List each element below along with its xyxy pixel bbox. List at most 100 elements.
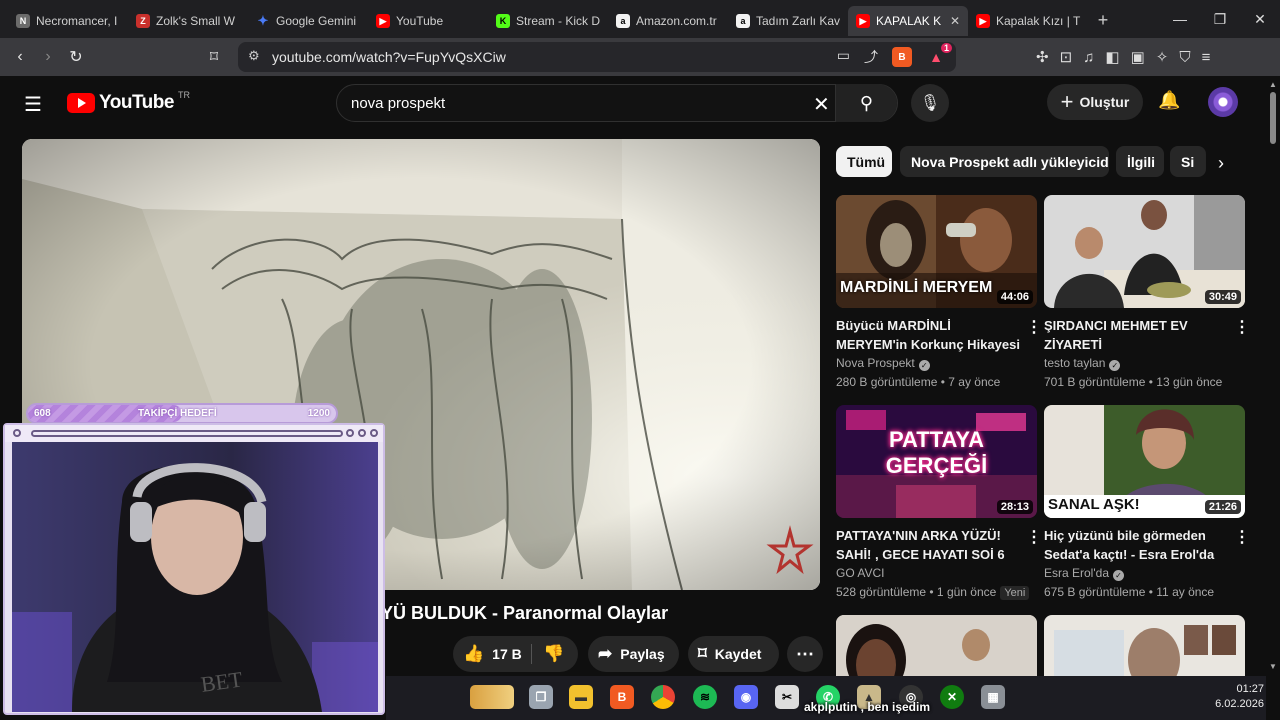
close-window-icon[interactable]: ✕: [1240, 0, 1280, 38]
video-duration: 44:06: [996, 290, 1033, 304]
channel-name[interactable]: testo taylan ✓: [1044, 356, 1121, 371]
address-bar[interactable]: ⚙ youtube.com/watch?v=FupYvQsXCiw ▭ ⤴ B …: [238, 42, 956, 72]
site-info-icon[interactable]: ⚙: [248, 48, 260, 64]
close-tab-icon[interactable]: ✕: [950, 14, 960, 28]
vpn-icon[interactable]: ⛉: [1179, 49, 1190, 66]
tab-gemini[interactable]: ✦ Google Gemini: [248, 6, 368, 36]
more-vert-icon[interactable]: ⋮: [1026, 317, 1042, 337]
like-dislike-group: 👍 17 B 👎: [453, 636, 578, 672]
page-scrollbar[interactable]: ▲ ▼: [1266, 76, 1280, 676]
webcam-titlebar: [5, 425, 383, 442]
scrollbar-thumb[interactable]: [1270, 92, 1276, 144]
video-card-title[interactable]: ŞIRDANCI MEHMET EV ZİYARETİ: [1044, 316, 1228, 354]
video-thumbnail[interactable]: PATTAYA GERÇEĞİ 28:13: [836, 405, 1037, 518]
chrome-icon[interactable]: [651, 685, 675, 709]
wallet-icon[interactable]: ▣: [1131, 48, 1145, 66]
video-thumbnail[interactable]: [1044, 615, 1245, 676]
video-card-title[interactable]: Hiç yüzünü bile görmeden Sedat'a kaçtı! …: [1044, 526, 1228, 564]
chip-all[interactable]: Tümü: [836, 146, 892, 177]
sidebar-icon[interactable]: ◧: [1105, 48, 1119, 66]
scroll-down-icon[interactable]: ▼: [1269, 662, 1277, 671]
more-vert-icon[interactable]: ⋮: [1234, 317, 1250, 337]
maximize-icon[interactable]: ❐: [1200, 0, 1240, 38]
minimize-icon[interactable]: —: [1160, 0, 1200, 38]
video-thumbnail[interactable]: MARDİNLİ MERYEM 44:06: [836, 195, 1037, 308]
brave-shields-icon[interactable]: B: [892, 47, 912, 67]
youtube-logo[interactable]: YouTube TR: [67, 90, 190, 114]
scroll-up-icon[interactable]: ▲: [1269, 80, 1277, 89]
menu-icon[interactable]: ≡: [1202, 49, 1211, 66]
spotify-icon[interactable]: ≋: [693, 685, 717, 709]
avatar[interactable]: [1208, 87, 1238, 117]
notifications-bell-icon[interactable]: 🔔: [1158, 90, 1180, 111]
tab-youtube[interactable]: ▶ YouTube: [368, 6, 488, 36]
share-button[interactable]: ➦ Paylaş: [588, 636, 679, 672]
brave-rewards-icon[interactable]: ▲ 1: [926, 43, 952, 67]
video-thumbnail[interactable]: 30:49: [1044, 195, 1245, 308]
create-button[interactable]: + Oluştur: [1047, 84, 1143, 120]
channel-name[interactable]: Nova Prospekt ✓: [836, 356, 930, 371]
clear-search-icon[interactable]: ✕: [813, 92, 830, 117]
more-vert-icon[interactable]: ⋮: [1234, 527, 1250, 547]
save-bookmark-icon: ⌑: [698, 644, 707, 663]
share-icon[interactable]: ⤴: [864, 47, 878, 67]
more-vert-icon[interactable]: ⋮: [1026, 527, 1042, 547]
recommendation-card[interactable]: 30:49 ŞIRDANCI MEHMET EV ZİYARETİ ⋮ test…: [1044, 195, 1250, 389]
video-duration: 30:49: [1204, 290, 1241, 304]
tab-kapalak-active[interactable]: ▶ KAPALAK K ✕: [848, 6, 968, 36]
task-view-icon[interactable]: ❐: [529, 685, 553, 709]
video-meta: 675 B görüntüleme • 11 ay önce: [1044, 585, 1215, 599]
tab-amazon[interactable]: a Amazon.com.tr: [608, 6, 728, 36]
calculator-icon[interactable]: ▦: [981, 685, 1005, 709]
tab-tadim[interactable]: a Tadım Zarlı Kav: [728, 6, 848, 36]
leo-ai-icon[interactable]: ✧: [1156, 48, 1169, 66]
chip-partial[interactable]: Si: [1170, 146, 1206, 177]
game-app-icon[interactable]: [470, 685, 514, 709]
new-tab-button[interactable]: +: [1088, 10, 1118, 31]
discord-icon[interactable]: ◉: [734, 685, 758, 709]
reload-icon[interactable]: ↻: [62, 47, 90, 67]
necro-icon: N: [16, 14, 30, 28]
save-button[interactable]: ⌑ Kaydet: [688, 636, 779, 672]
channel-name[interactable]: Esra Erol'da ✓: [1044, 566, 1124, 581]
cast-icon[interactable]: ▭: [837, 47, 850, 67]
recommendation-card[interactable]: PATTAYA GERÇEĞİ 28:13 PATTAYA'NIN ARKA Y…: [836, 405, 1042, 600]
like-button[interactable]: 👍 17 B: [463, 644, 522, 664]
recommendation-card[interactable]: [1044, 615, 1245, 676]
chip-related[interactable]: İlgili: [1116, 146, 1164, 177]
amazon-icon: a: [736, 14, 750, 28]
chips-next-button[interactable]: ›: [1205, 148, 1237, 178]
video-card-title[interactable]: PATTAYA'NIN ARKA YÜZÜ! SAHİ! , GECE HAYA…: [836, 526, 1020, 564]
tab-kapalak-kizi[interactable]: ▶ Kapalak Kızı | T: [968, 6, 1088, 36]
chevron-right-icon: ›: [1218, 152, 1224, 173]
tab-kick[interactable]: K Stream - Kick D: [488, 6, 608, 36]
recommendation-card[interactable]: SANAL AŞK! 21:26 Hiç yüzünü bile görmede…: [1044, 405, 1250, 599]
system-clock[interactable]: 01:27 6.02.2026: [1212, 682, 1264, 712]
capcut-icon[interactable]: ✂: [775, 685, 799, 709]
bookmark-icon[interactable]: ⌑: [200, 47, 228, 67]
search-button[interactable]: ⚲: [835, 84, 897, 122]
brave-browser-icon[interactable]: B: [610, 685, 634, 709]
back-icon[interactable]: ‹: [6, 48, 34, 66]
video-thumbnail[interactable]: [836, 615, 1037, 676]
search-input[interactable]: nova prospekt ✕ ⚲: [336, 84, 898, 122]
recommendation-card[interactable]: MARDİNLİ MERYEM 44:06 Büyücü MARDİNLİ ME…: [836, 195, 1042, 389]
video-thumbnail[interactable]: SANAL AŞK! 21:26: [1044, 405, 1245, 518]
extensions-icon[interactable]: ✣: [1036, 48, 1049, 66]
zolk-icon: Z: [136, 14, 150, 28]
more-actions-button[interactable]: ⋯: [787, 636, 823, 672]
recommendation-card[interactable]: [836, 615, 1037, 676]
tab-necromancer[interactable]: N Necromancer, I: [8, 6, 128, 36]
forward-icon[interactable]: ›: [34, 48, 62, 66]
tab-zolk[interactable]: Z Zolk's Small W: [128, 6, 248, 36]
xbox-icon[interactable]: ✕: [940, 685, 964, 709]
channel-name[interactable]: GO AVCI: [836, 566, 884, 580]
music-icon[interactable]: ♫: [1083, 49, 1094, 66]
thumbs-down-icon[interactable]: 👎: [543, 644, 564, 664]
file-explorer-icon[interactable]: ▬: [569, 685, 593, 709]
screenshot-icon[interactable]: ⊡: [1060, 48, 1073, 66]
video-card-title[interactable]: Büyücü MARDİNLİ MERYEM'in Korkunç Hikaye…: [836, 316, 1020, 354]
chip-from-uploader[interactable]: Nova Prospekt adlı yükleyiciden: [900, 146, 1109, 177]
hamburger-menu-icon[interactable]: ☰: [24, 92, 42, 117]
voice-search-button[interactable]: 🎙: [911, 84, 949, 122]
